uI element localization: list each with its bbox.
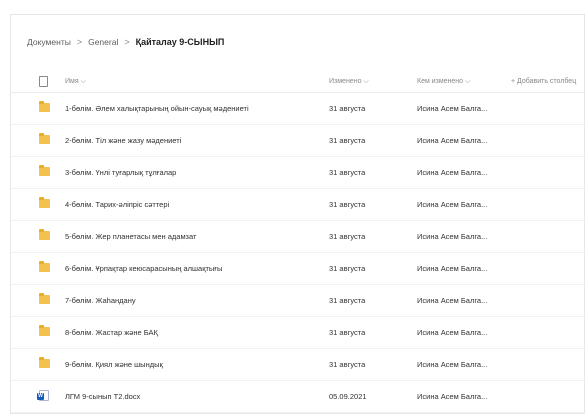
column-header-modified-by[interactable]: Кем изменено ⌵ bbox=[417, 78, 470, 86]
item-name[interactable]: ЛГМ 9-сынып Т2.docx bbox=[65, 392, 140, 401]
folder-icon bbox=[39, 293, 50, 304]
item-modified-by: Исина Асем Балга... bbox=[417, 360, 488, 369]
list-item[interactable]: 5-бөлім. Жер планетасы мен адамзат 31 авг… bbox=[11, 221, 585, 253]
breadcrumb-current: Қайталау 9-СЫНЫП bbox=[135, 37, 225, 47]
item-name[interactable]: 5-бөлім. Жер планетасы мен адамзат bbox=[65, 232, 196, 241]
breadcrumb: Документы > General > Қайталау 9-СЫНЫП bbox=[27, 35, 224, 49]
chevron-down-icon: ⌵ bbox=[465, 78, 471, 85]
item-modified: 31 августа bbox=[329, 328, 366, 337]
chevron-right-icon: > bbox=[124, 37, 130, 47]
file-list: 1-бөлім. Әлем халықтарының ойын-сауық мә… bbox=[11, 93, 585, 413]
list-item[interactable]: 7-бөлім. Жаһандану 31 августа Исина Асем Б… bbox=[11, 285, 585, 317]
breadcrumb-item-general[interactable]: General bbox=[88, 37, 118, 47]
column-header-name[interactable]: Имя ⌵ bbox=[65, 78, 86, 86]
item-modified: 31 августа bbox=[329, 168, 366, 177]
item-modified: 31 августа bbox=[329, 264, 366, 273]
item-name[interactable]: 4-бөлім. Тарих-әліпріс сәттері bbox=[65, 200, 169, 209]
item-modified-by: Исина Асем Балга... bbox=[417, 296, 488, 305]
file-type-icon[interactable] bbox=[39, 76, 48, 87]
item-name[interactable]: 9-бөлім. Қиял және шындық bbox=[65, 360, 163, 369]
list-item[interactable]: 8-бөлім. Жастар және БАҚ 31 августа Исина … bbox=[11, 317, 585, 349]
item-modified: 05.09.2021 bbox=[329, 392, 367, 401]
list-item[interactable]: 2-бөлім. Тіл және жазу мәдениеті 31 авгус… bbox=[11, 125, 585, 157]
item-modified: 31 августа bbox=[329, 360, 366, 369]
item-modified: 31 августа bbox=[329, 136, 366, 145]
item-modified-by: Исина Асем Балга... bbox=[417, 200, 488, 209]
item-modified: 31 августа bbox=[329, 104, 366, 113]
item-modified: 31 августа bbox=[329, 296, 366, 305]
folder-icon bbox=[39, 165, 50, 176]
chevron-down-icon: ⌵ bbox=[80, 78, 86, 85]
file-browser: Документы > General > Қайталау 9-СЫНЫП И… bbox=[10, 14, 585, 414]
column-header-modified[interactable]: Изменено ⌵ bbox=[329, 78, 369, 86]
item-name[interactable]: 8-бөлім. Жастар және БАҚ bbox=[65, 328, 158, 337]
add-column-button[interactable]: + Добавить столбец bbox=[511, 78, 576, 85]
list-item[interactable]: 1-бөлім. Әлем халықтарының ойын-сауық мә… bbox=[11, 93, 585, 125]
item-name[interactable]: 7-бөлім. Жаһандану bbox=[65, 296, 136, 305]
column-header-modified-label: Изменено bbox=[329, 78, 362, 85]
list-item[interactable]: 4-бөлім. Тарих-әліпріс сәттері 31 августа… bbox=[11, 189, 585, 221]
folder-icon bbox=[39, 101, 50, 112]
folder-icon bbox=[39, 261, 50, 272]
breadcrumb-item-documents[interactable]: Документы bbox=[27, 37, 71, 47]
folder-icon bbox=[39, 197, 50, 208]
folder-icon bbox=[39, 357, 50, 368]
item-modified-by: Исина Асем Балга... bbox=[417, 168, 488, 177]
item-modified: 31 августа bbox=[329, 200, 366, 209]
item-name[interactable]: 3-бөлім. Үнлі туғарлық тұлғалар bbox=[65, 168, 176, 177]
column-header: Имя ⌵ Изменено ⌵ Кем изменено ⌵ + Добави… bbox=[11, 73, 585, 93]
column-header-modified-by-label: Кем изменено bbox=[417, 78, 464, 85]
list-item[interactable]: ЛГМ 9-сынып Т2.docx 05.09.2021 Исина Асем … bbox=[11, 381, 585, 413]
item-modified-by: Исина Асем Балга... bbox=[417, 328, 488, 337]
list-item[interactable]: 3-бөлім. Үнлі туғарлық тұлғалар 31 август… bbox=[11, 157, 585, 189]
item-modified-by: Исина Асем Балга... bbox=[417, 264, 488, 273]
item-modified-by: Исина Асем Балга... bbox=[417, 104, 488, 113]
folder-icon bbox=[39, 133, 50, 144]
chevron-down-icon: ⌵ bbox=[363, 78, 369, 85]
word-document-icon bbox=[37, 390, 49, 401]
chevron-right-icon: > bbox=[76, 37, 83, 47]
folder-icon bbox=[39, 229, 50, 240]
item-modified: 31 августа bbox=[329, 232, 366, 241]
item-name[interactable]: 2-бөлім. Тіл және жазу мәдениеті bbox=[65, 136, 181, 145]
list-item[interactable]: 6-бөлім. Ұрпақтар кеюсарасының алшақтығы… bbox=[11, 253, 585, 285]
item-name[interactable]: 6-бөлім. Ұрпақтар кеюсарасының алшақтығы bbox=[65, 264, 222, 273]
item-name[interactable]: 1-бөлім. Әлем халықтарының ойын-сауық мә… bbox=[65, 104, 249, 113]
folder-icon bbox=[39, 325, 50, 336]
item-modified-by: Исина Асем Балга... bbox=[417, 136, 488, 145]
column-header-name-label: Имя bbox=[65, 78, 79, 85]
item-modified-by: Исина Асем Балга... bbox=[417, 392, 488, 401]
list-item[interactable]: 9-бөлім. Қиял және шындық 31 августа Исина… bbox=[11, 349, 585, 381]
item-modified-by: Исина Асем Балга... bbox=[417, 232, 488, 241]
